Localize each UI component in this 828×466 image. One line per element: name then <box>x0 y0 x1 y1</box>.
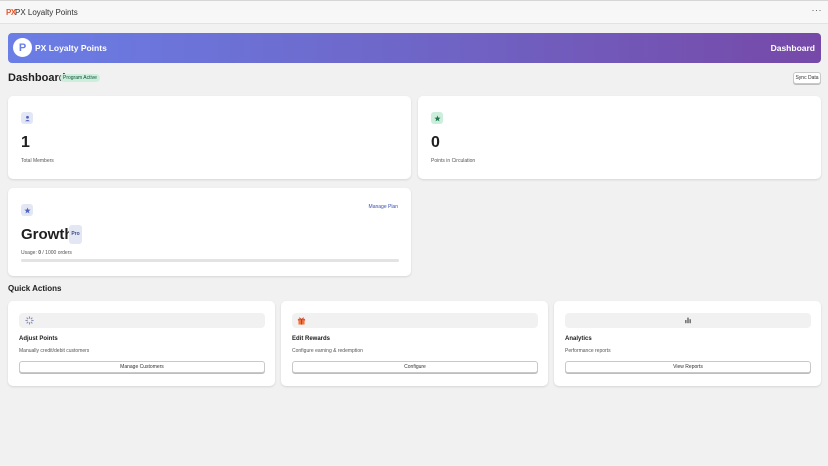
manage-customers-button[interactable]: Manage Customers <box>19 361 265 373</box>
action-title: Edit Rewards <box>292 336 331 342</box>
banner-page-label: Dashboard <box>770 43 815 53</box>
sparkle-icon <box>25 316 34 327</box>
manage-plan-link[interactable]: Manage Plan <box>369 204 398 210</box>
action-title: Analytics <box>565 336 592 342</box>
usage-prefix: Usage: <box>21 250 39 256</box>
action-title: Adjust Points <box>19 336 58 342</box>
action-description: Performance reports <box>565 348 611 354</box>
more-actions-button[interactable]: ··· <box>812 5 823 15</box>
gift-icon <box>297 316 306 327</box>
action-card-adjust-points: Adjust Points Manually credit/debit cust… <box>8 301 275 386</box>
points-circulation-label: Points in Circulation <box>431 158 476 164</box>
total-members-value: 1 <box>21 134 30 151</box>
star-icon <box>431 112 443 124</box>
action-illustration <box>292 313 538 328</box>
plan-tier-badge: Pro <box>69 225 82 244</box>
stat-card-points: 0 Points in Circulation <box>418 96 821 179</box>
usage-suffix: / 1000 orders <box>41 250 72 256</box>
usage-text: Usage: 0 / 1000 orders <box>21 250 72 256</box>
bar-chart-icon <box>684 316 692 326</box>
usage-progress-bar <box>21 259 399 262</box>
star-icon <box>21 204 33 216</box>
action-description: Configure earning & redemption <box>292 348 363 354</box>
total-members-label: Total Members <box>21 158 54 164</box>
action-card-edit-rewards: Edit Rewards Configure earning & redempt… <box>281 301 548 386</box>
stat-card-members: 1 Total Members <box>8 96 411 179</box>
header-banner: P PX Loyalty Points Dashboard <box>8 33 821 63</box>
banner-title: PX Loyalty Points <box>35 43 107 53</box>
plan-card: Manage Plan Growth Pro Usage: 0 / 1000 o… <box>8 188 411 276</box>
action-card-analytics: Analytics Performance reports View Repor… <box>554 301 821 386</box>
person-icon <box>21 112 33 124</box>
view-reports-button[interactable]: View Reports <box>565 361 811 373</box>
action-illustration <box>565 313 811 328</box>
app-top-bar: PX PX Loyalty Points ··· <box>0 0 828 24</box>
status-badge: Program Active <box>60 74 100 82</box>
brand-logo-icon: P <box>13 38 32 57</box>
sync-data-button[interactable]: Sync Data <box>793 72 821 84</box>
action-illustration <box>19 313 265 328</box>
points-circulation-value: 0 <box>431 134 440 151</box>
app-title: PX Loyalty Points <box>15 8 78 17</box>
page-title: Dashboard <box>8 72 66 84</box>
plan-name: Growth <box>21 226 74 243</box>
configure-button[interactable]: Configure <box>292 361 538 373</box>
action-description: Manually credit/debit customers <box>19 348 90 354</box>
quick-actions-title: Quick Actions <box>8 284 62 293</box>
